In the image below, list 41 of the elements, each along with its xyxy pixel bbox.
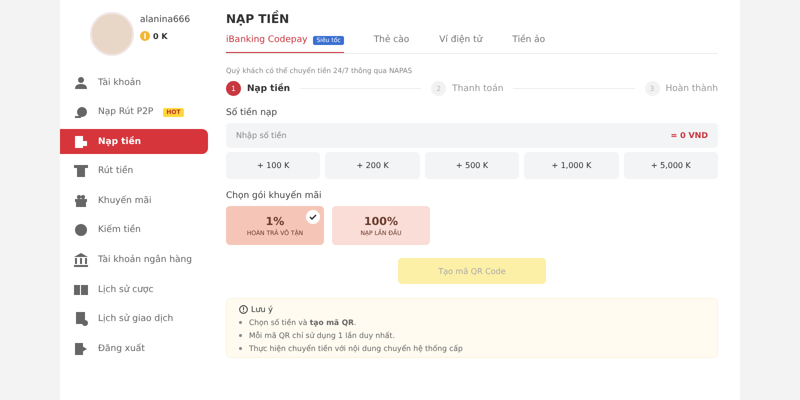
- quick-amount-button[interactable]: + 1,000 K: [524, 152, 619, 179]
- menu-item-icon: [74, 164, 88, 178]
- sidebar-item[interactable]: Kiếm tiền: [60, 218, 208, 243]
- menu-item-icon: [74, 223, 88, 238]
- sidebar-item[interactable]: Đăng xuất: [60, 336, 208, 362]
- amount-label: Số tiền nạp: [226, 108, 278, 118]
- tab[interactable]: Ví điện tử: [439, 35, 482, 53]
- sidebar-item[interactable]: Rút tiền: [60, 158, 208, 184]
- step-label: Thanh toán: [452, 84, 504, 94]
- menu-item-icon: [74, 253, 88, 268]
- coin-icon: [140, 31, 150, 41]
- info-icon: [239, 305, 248, 314]
- tab[interactable]: Thẻ cào: [374, 35, 410, 53]
- menu-item-icon: [74, 342, 88, 356]
- sidebar-item[interactable]: Nạp tiền: [60, 129, 208, 154]
- check-icon: [306, 210, 320, 224]
- sidebar-item[interactable]: Khuyến mãi: [60, 188, 208, 214]
- menu-item-icon: [74, 312, 88, 326]
- step-label: Nạp tiền: [247, 84, 290, 94]
- avatar-circle: [90, 12, 134, 56]
- username: alanina666: [140, 15, 190, 25]
- promo-label: Chọn gói khuyến mãi: [226, 191, 322, 201]
- balance: 0 K: [153, 32, 168, 40]
- page-title: NẠP TIỀN: [226, 12, 290, 26]
- menu-item-icon: [74, 282, 88, 297]
- menu-item-icon: [74, 194, 88, 208]
- menu-item-icon: [74, 105, 88, 120]
- menu-item-icon: [74, 76, 88, 90]
- sidebar-item[interactable]: Tài khoản: [60, 70, 208, 95]
- quick-amount-button[interactable]: + 200 K: [325, 152, 420, 179]
- step-label: Hoàn thành: [666, 84, 718, 94]
- menu-item-icon: [74, 134, 88, 149]
- quick-amount-button[interactable]: + 500 K: [424, 152, 520, 179]
- sidebar-item[interactable]: Tài khoản ngân hàng: [60, 248, 208, 273]
- sidebar-item[interactable]: Lịch sử giao dịch: [60, 306, 208, 332]
- tab[interactable]: Tiền ảo: [512, 35, 546, 53]
- sidebar-item[interactable]: Lịch sử cược: [60, 277, 208, 302]
- converted-amount: = 0 VND: [670, 131, 708, 140]
- quick-amount-button[interactable]: + 100 K: [226, 152, 320, 179]
- note-title: Lưu ý: [251, 305, 273, 314]
- quick-amount-button[interactable]: + 5,000 K: [624, 152, 718, 179]
